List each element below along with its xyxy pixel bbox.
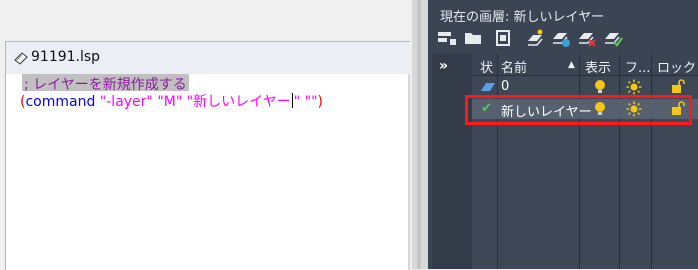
unlocked-icon[interactable] (671, 79, 685, 94)
column-status[interactable]: 状 (480, 57, 493, 76)
new-layer-icon[interactable] (436, 27, 458, 49)
lightbulb-on-icon[interactable] (594, 79, 606, 95)
lisp-file-icon (14, 52, 28, 65)
highlight-annotation-box (465, 95, 692, 125)
delete-layer-icon[interactable] (576, 27, 598, 49)
sort-arrow-icon: ▲ (568, 60, 575, 70)
filter-pane-collapsed (432, 54, 472, 269)
column-freeze[interactable]: フ... (625, 57, 650, 76)
column-name[interactable]: 名前 (501, 57, 527, 76)
column-lock[interactable]: ロック (657, 57, 696, 76)
layer-state-icon[interactable] (492, 27, 514, 49)
command-keyword: command (25, 94, 96, 110)
editor-scrollbar[interactable] (408, 74, 410, 270)
layer-status-icon (481, 83, 495, 91)
text-caret (291, 93, 293, 108)
layer-list-header: 状 名前 ▲ 表示 フ... ロック (472, 54, 698, 76)
folder-icon[interactable] (462, 27, 484, 49)
layer-row[interactable]: 0 (472, 77, 698, 97)
set-current-icon[interactable] (602, 27, 624, 49)
editor-tab[interactable]: 91191.lsp (6, 42, 410, 74)
close-paren: ) (317, 94, 323, 110)
new-layer-frozen-icon[interactable] (550, 27, 572, 49)
command-args-after: " "" (293, 94, 318, 110)
layer-list: 状 名前 ▲ 表示 フ... ロック 0 ✔ 新しいレイヤー (472, 54, 698, 269)
new-layer-vp-icon[interactable] (524, 27, 546, 49)
splitter-divider (417, 0, 421, 269)
layer-properties-panel: 現在の画層: 新しいレイヤー » 状 名前 ▲ 表示 フ... ロック 0 ✔ … (428, 0, 698, 269)
command-args-before: "-layer" "M" "新しいレイヤー (95, 94, 291, 110)
column-visible[interactable]: 表示 (585, 57, 611, 76)
sun-thawed-icon[interactable] (626, 79, 642, 95)
expand-filter-button[interactable]: » (439, 58, 448, 74)
code-command-line: (command "-layer" "M" "新しいレイヤー " "") (20, 91, 323, 111)
layer-name[interactable]: 0 (501, 79, 509, 94)
editor-filename: 91191.lsp (31, 49, 101, 65)
code-comment-line: ; レイヤーを新規作成する (22, 74, 189, 93)
code-editor-window[interactable]: 91191.lsp ; レイヤーを新規作成する (command "-layer… (5, 41, 410, 270)
current-layer-label: 現在の画層: 新しいレイヤー (440, 10, 605, 25)
